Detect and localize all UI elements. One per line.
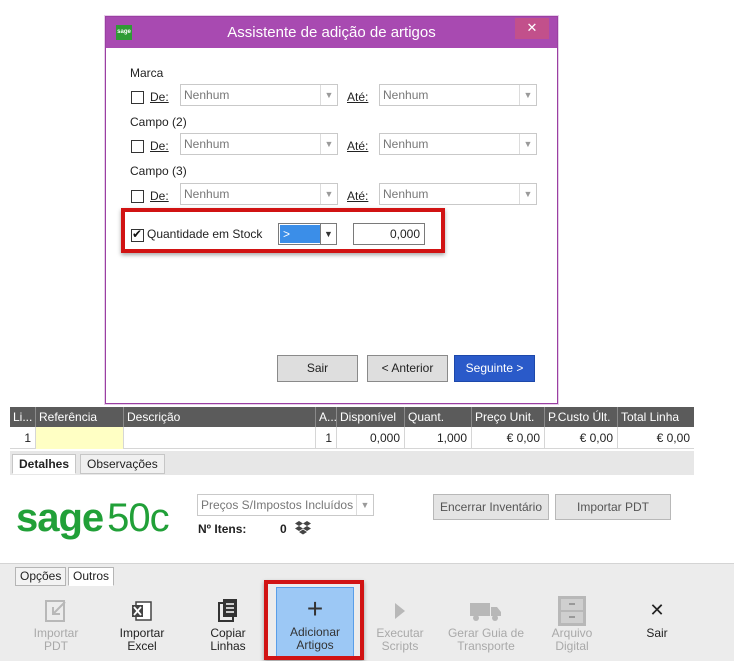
field3-checkbox[interactable] [131, 190, 144, 203]
excel-icon [107, 593, 177, 627]
field3-to-select[interactable]: Nenhum ▼ [379, 183, 537, 205]
brand-from-value: Nenhum [184, 88, 230, 102]
import-pdt-label: Importar PDT [33, 626, 79, 653]
items-label: Nº Itens: [198, 522, 247, 536]
chevron-down-icon: ▼ [320, 184, 337, 204]
field2-from-label: De: [150, 139, 169, 153]
dropbox-icon[interactable] [295, 520, 311, 539]
cell-line: 1 [10, 427, 36, 449]
group-label-brand: Marca [130, 66, 164, 80]
field2-from-select[interactable]: Nenhum ▼ [180, 133, 338, 155]
field2-to-label: Até: [347, 139, 369, 153]
field2-to-value: Nenhum [383, 137, 429, 151]
field3-from-label: De: [150, 189, 169, 203]
tab-others[interactable]: Outros [68, 567, 115, 586]
brand-to-select[interactable]: Nenhum ▼ [379, 84, 537, 106]
group-label-field3: Campo (3) [130, 164, 187, 178]
tab-details[interactable]: Detalhes [12, 454, 77, 474]
import-excel-label: Importar Excel [119, 626, 165, 653]
chevron-down-icon: ▼ [320, 85, 337, 105]
close-icon: ✕ [649, 600, 665, 620]
exit-label: Sair [646, 626, 668, 640]
brand-to-label: Até: [347, 90, 369, 104]
cell-reference[interactable] [36, 427, 124, 449]
cell-description[interactable] [124, 427, 316, 449]
digital-archive-label: Arquivo Digital [551, 626, 593, 653]
cell-a: 1 [316, 427, 337, 449]
exit-button[interactable]: Sair [277, 355, 358, 382]
col-header-unit-price[interactable]: Preço Unit. [472, 407, 545, 427]
chevron-down-icon: ▼ [356, 495, 373, 515]
grid-header: Li... Referência Descrição A... Disponív… [10, 407, 694, 427]
field3-to-label: Até: [347, 189, 369, 203]
copy-lines-label: Copiar Linhas [210, 626, 246, 653]
transport-guide-label: Gerar Guia de Transporte [447, 626, 525, 653]
copy-icon [193, 593, 263, 627]
col-header-available[interactable]: Disponível [337, 407, 405, 427]
dialog-title: Assistente de adição de artigos [227, 24, 436, 41]
price-mode-select[interactable]: Preços S/Impostos Incluídos ▼ [197, 494, 374, 516]
chevron-down-icon: ▼ [519, 134, 536, 154]
cell-total: € 0,00 [656, 431, 690, 445]
ribbon-toolbar: Opções Outros Importar PDT Importar Exce… [0, 563, 734, 661]
cell-available: 0,000 [337, 427, 405, 449]
cabinet-icon [537, 593, 607, 627]
copy-lines-button[interactable]: Copiar Linhas [193, 591, 263, 659]
import-pdt-button[interactable]: Importar PDT [555, 494, 671, 520]
chevron-down-icon: ▼ [519, 184, 536, 204]
brand-from-label: De: [150, 90, 169, 104]
chevron-down-icon: ▼ [320, 134, 337, 154]
add-articles-highlight [264, 580, 364, 660]
sage-logo: sage 50c [16, 496, 170, 540]
col-header-last-cost[interactable]: P.Custo Últ. [545, 407, 618, 427]
tab-options[interactable]: Opções [15, 567, 67, 586]
close-button[interactable]: ✕ [515, 18, 549, 39]
previous-button[interactable]: < Anterior [367, 355, 448, 382]
col-header-reference[interactable]: Referência [36, 407, 124, 427]
field3-to-value: Nenhum [383, 187, 429, 201]
next-button[interactable]: Seguinte > [454, 355, 535, 382]
field2-checkbox[interactable] [131, 140, 144, 153]
brand-from-select[interactable]: Nenhum ▼ [180, 84, 338, 106]
table-row[interactable]: 1 1 0,000 1,000 € 0,00 € 0,00 € 0,00 [10, 427, 694, 449]
field3-from-value: Nenhum [184, 187, 230, 201]
close-inventory-button[interactable]: Encerrar Inventário [433, 494, 549, 520]
run-scripts-label: Executar Scripts [376, 626, 424, 653]
import-arrow-icon [21, 593, 91, 627]
truck-icon [445, 593, 527, 627]
import-pdt-ribbon-button[interactable]: Importar PDT [21, 591, 91, 659]
col-header-total[interactable]: Total Linha [618, 407, 694, 427]
detail-tabs: Detalhes Observações [10, 451, 694, 475]
chevron-down-icon: ▼ [519, 85, 536, 105]
exit-ribbon-button[interactable]: ✕ Sair [622, 591, 692, 659]
stock-quantity-highlight [121, 208, 445, 253]
play-icon [365, 593, 435, 627]
field3-from-select[interactable]: Nenhum ▼ [180, 183, 338, 205]
close-icon: ✕ [526, 20, 538, 35]
price-mode-value: Preços S/Impostos Incluídos [201, 498, 354, 512]
cell-last-cost: € 0,00 [545, 427, 618, 449]
tab-observations[interactable]: Observações [80, 454, 165, 474]
field2-to-select[interactable]: Nenhum ▼ [379, 133, 537, 155]
dialog-title-bar[interactable]: sage Assistente de adição de artigos ✕ [106, 17, 557, 48]
cell-unit-price[interactable]: € 0,00 [472, 427, 545, 449]
digital-archive-button[interactable]: Arquivo Digital [537, 591, 607, 659]
items-count: 0 [280, 522, 287, 536]
brand-to-value: Nenhum [383, 88, 429, 102]
cell-quantity[interactable]: 1,000 [405, 427, 472, 449]
col-header-description[interactable]: Descrição [124, 407, 316, 427]
col-header-line[interactable]: Li... [10, 407, 36, 427]
brand-checkbox[interactable] [131, 91, 144, 104]
col-header-quantity[interactable]: Quant. [405, 407, 472, 427]
run-scripts-button[interactable]: Executar Scripts [365, 591, 435, 659]
col-header-a[interactable]: A... [316, 407, 337, 427]
import-excel-button[interactable]: Importar Excel [107, 591, 177, 659]
field2-from-value: Nenhum [184, 137, 230, 151]
group-label-field2: Campo (2) [130, 115, 187, 129]
transport-guide-button[interactable]: Gerar Guia de Transporte [445, 591, 527, 659]
